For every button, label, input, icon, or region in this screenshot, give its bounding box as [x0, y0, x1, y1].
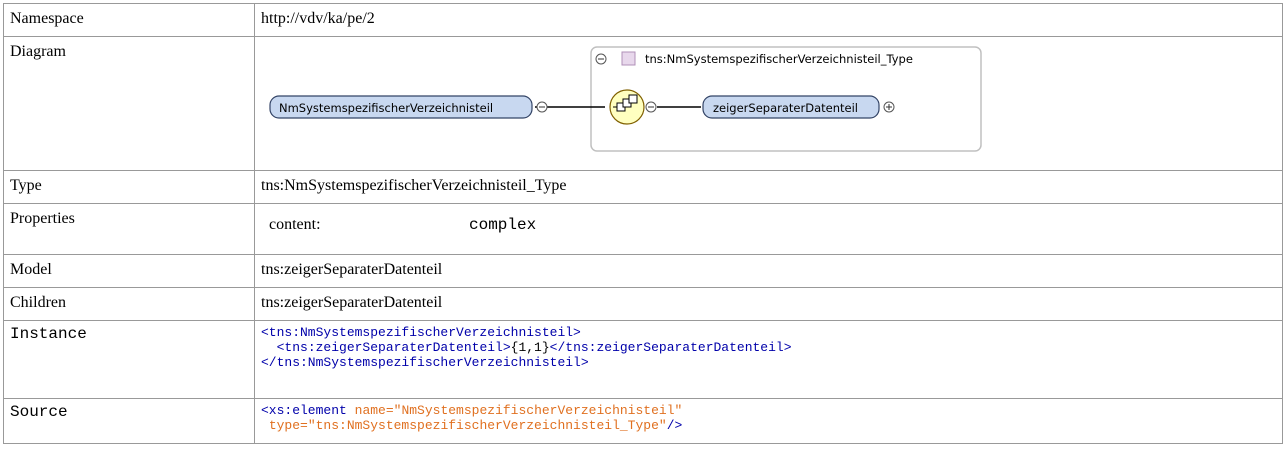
namespace-label: Namespace	[3, 3, 255, 37]
source-line-1-tag: <xs:element	[261, 403, 347, 418]
instance-line-2-close: </tns:zeigerSeparaterDatenteil>	[549, 340, 792, 355]
source-line-1-attr: name="NmSystemspezifischerVerzeichnistei…	[354, 403, 683, 418]
diagram-child-node[interactable]: zeigerSeparaterDatenteil	[702, 95, 880, 119]
diagram-row: Diagram tns:NmSystemspezifischerVerzeich…	[3, 36, 1283, 171]
type-row: Type tns:NmSystemspezifischerVerzeichnis…	[3, 170, 1283, 204]
type-label: Type	[3, 170, 255, 204]
collapse-icon[interactable]	[595, 53, 607, 65]
instance-row: Instance <tns:NmSystemspezifischerVerzei…	[3, 320, 1283, 399]
expand-icon[interactable]	[883, 101, 895, 113]
diagram-label: Diagram	[3, 36, 255, 171]
diagram-element-node[interactable]: NmSystemspezifischerVerzeichnisteil	[269, 95, 533, 119]
model-label: Model	[3, 254, 255, 288]
instance-cell: <tns:NmSystemspezifischerVerzeichnisteil…	[254, 320, 1283, 399]
source-label: Source	[3, 398, 255, 444]
source-line-2-attr: type="tns:NmSystemspezifischerVerzeichni…	[268, 418, 667, 433]
model-value: tns:zeigerSeparaterDatenteil	[254, 254, 1283, 288]
diagram-type-name: tns:NmSystemspezifischerVerzeichnisteil_…	[645, 52, 913, 66]
type-value: tns:NmSystemspezifischerVerzeichnisteil_…	[254, 170, 1283, 204]
model-row: Model tns:zeigerSeparaterDatenteil	[3, 254, 1283, 288]
collapse-icon[interactable]	[645, 101, 657, 113]
namespace-row: Namespace http://vdv/ka/pe/2	[3, 3, 1283, 37]
properties-label: Properties	[3, 203, 255, 255]
namespace-value: http://vdv/ka/pe/2	[254, 3, 1283, 37]
instance-label: Instance	[3, 320, 255, 399]
children-value: tns:zeigerSeparaterDatenteil	[254, 287, 1283, 321]
diagram-cell: tns:NmSystemspezifischerVerzeichnisteil_…	[254, 36, 1283, 171]
instance-line-3: </tns:NmSystemspezifischerVerzeichnistei…	[261, 355, 589, 370]
diagram-child-name: zeigerSeparaterDatenteil	[713, 101, 858, 115]
source-cell: <xs:element name="NmSystemspezifischerVe…	[254, 398, 1283, 444]
properties-cell: content: complex	[254, 203, 1283, 255]
instance-line-2-text: {1,1}	[510, 340, 550, 355]
source-row: Source <xs:element name="NmSystemspezifi…	[3, 398, 1283, 444]
schema-diagram: tns:NmSystemspezifischerVerzeichnisteil_…	[269, 46, 982, 152]
properties-key: content:	[269, 216, 321, 233]
properties-row: Properties content: complex	[3, 203, 1283, 255]
source-line-2-end: />	[666, 418, 683, 433]
children-row: Children tns:zeigerSeparaterDatenteil	[3, 287, 1283, 321]
type-box-icon	[621, 51, 636, 66]
instance-line-2-open: <tns:zeigerSeparaterDatenteil>	[276, 340, 511, 355]
properties-value: complex	[469, 216, 537, 234]
children-label: Children	[3, 287, 255, 321]
element-doc-table: Namespace http://vdv/ka/pe/2 Diagram tns…	[3, 3, 1283, 444]
collapse-icon[interactable]	[536, 101, 548, 113]
sequence-icon[interactable]	[609, 89, 645, 125]
diagram-element-name: NmSystemspezifischerVerzeichnisteil	[279, 101, 493, 115]
instance-line-1: <tns:NmSystemspezifischerVerzeichnisteil…	[261, 325, 581, 340]
